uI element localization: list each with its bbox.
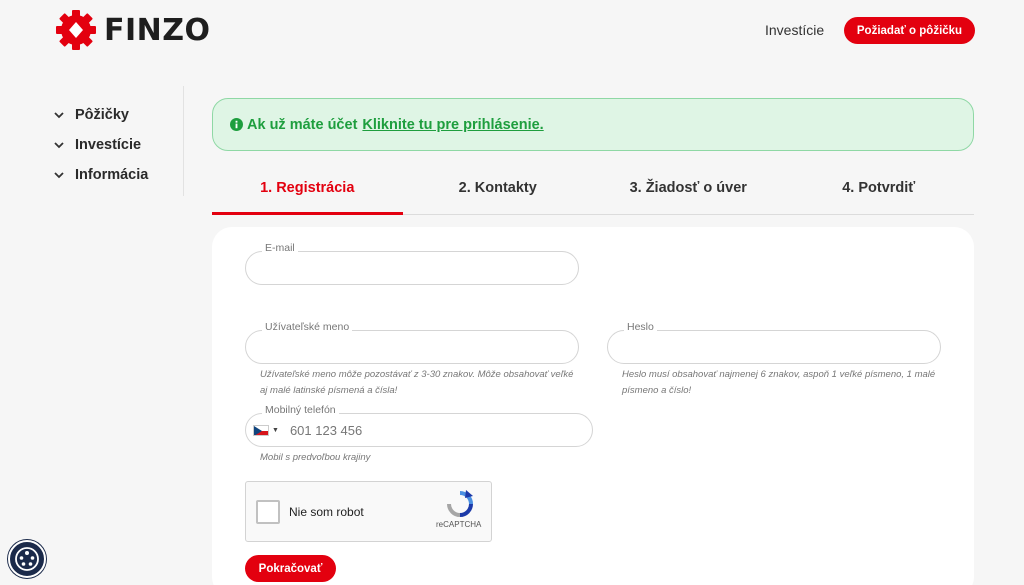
chevron-down-icon (54, 112, 64, 119)
brand-name: FINZO (104, 12, 211, 48)
recaptcha-label: Nie som robot (289, 505, 364, 519)
tab-potvrdit[interactable]: 4. Potvrdiť (784, 166, 975, 214)
request-loan-button[interactable]: Požiadať o pôžičku (844, 17, 975, 44)
password-field-group: Heslo Heslo musí obsahovať najmenej 6 zn… (607, 321, 941, 399)
finzo-logo-icon (56, 10, 96, 50)
password-field[interactable]: Heslo (607, 321, 941, 364)
sidebar-divider (183, 86, 184, 196)
phone-placeholder: 601 123 456 (289, 422, 363, 438)
sidebar-item-investicie[interactable]: Investície (54, 130, 148, 160)
continue-button[interactable]: Pokračovať (245, 555, 336, 582)
alert-text: Ak už máte účet (247, 116, 358, 133)
czech-flag-icon[interactable] (253, 424, 269, 436)
email-label: E-mail (262, 242, 298, 254)
username-label: Užívateľské meno (262, 321, 353, 333)
username-field-group: Užívateľské meno Užívateľské meno môže p… (245, 321, 579, 399)
recaptcha-checkbox[interactable] (256, 500, 280, 524)
sidebar-item-label: Informácia (75, 167, 149, 183)
accessibility-icon (15, 547, 39, 571)
sidebar-item-label: Pôžičky (75, 107, 129, 123)
email-field[interactable]: E-mail (245, 242, 579, 285)
header: FINZO Investície Požiadať o pôžičku (0, 0, 1024, 70)
chevron-down-icon (54, 172, 64, 179)
login-link[interactable]: Kliknite tu pre prihlásenie. (362, 117, 543, 133)
email-field-group: E-mail (245, 242, 579, 285)
phone-field[interactable]: Mobilný telefón ▼ 601 123 456 (245, 404, 593, 447)
registration-steps: 1. Registrácia 2. Kontakty 3. Žiadosť o … (212, 166, 974, 215)
nav-investicie-link[interactable]: Investície (765, 22, 824, 38)
info-icon (230, 118, 243, 131)
logo[interactable]: FINZO (54, 8, 211, 52)
tab-ziadost[interactable]: 3. Žiadosť o úver (593, 166, 784, 214)
sidebar-item-pozicky[interactable]: Pôžičky (54, 100, 148, 130)
password-hint: Heslo musí obsahovať najmenej 6 znakov, … (622, 369, 936, 396)
caret-down-icon[interactable]: ▼ (272, 427, 279, 434)
chevron-down-icon (54, 142, 64, 149)
sidebar-item-label: Investície (75, 137, 142, 153)
tab-kontakty[interactable]: 2. Kontakty (403, 166, 594, 214)
recaptcha-widget: Nie som robot reCAPTCHA (245, 481, 492, 542)
sidebar: Pôžičky Investície Informácia (54, 100, 148, 190)
login-alert: Ak už máte účet Kliknite tu pre prihláse… (212, 98, 974, 151)
username-field[interactable]: Užívateľské meno (245, 321, 579, 364)
recaptcha-brand: reCAPTCHA (436, 520, 482, 529)
sidebar-item-informacia[interactable]: Informácia (54, 160, 148, 190)
phone-field-group: Mobilný telefón ▼ 601 123 456 Mobil s pr… (245, 404, 593, 466)
phone-hint: Mobil s predvoľbou krajiny (260, 452, 371, 463)
phone-label: Mobilný telefón (262, 404, 339, 416)
tab-registracia[interactable]: 1. Registrácia (212, 166, 403, 215)
registration-form: E-mail Užívateľské meno Užívateľské meno… (212, 227, 974, 585)
recaptcha-icon (447, 490, 473, 517)
password-label: Heslo (624, 321, 657, 333)
accessibility-button[interactable] (8, 540, 46, 578)
username-hint: Užívateľské meno môže pozostávať z 3-30 … (260, 369, 574, 396)
